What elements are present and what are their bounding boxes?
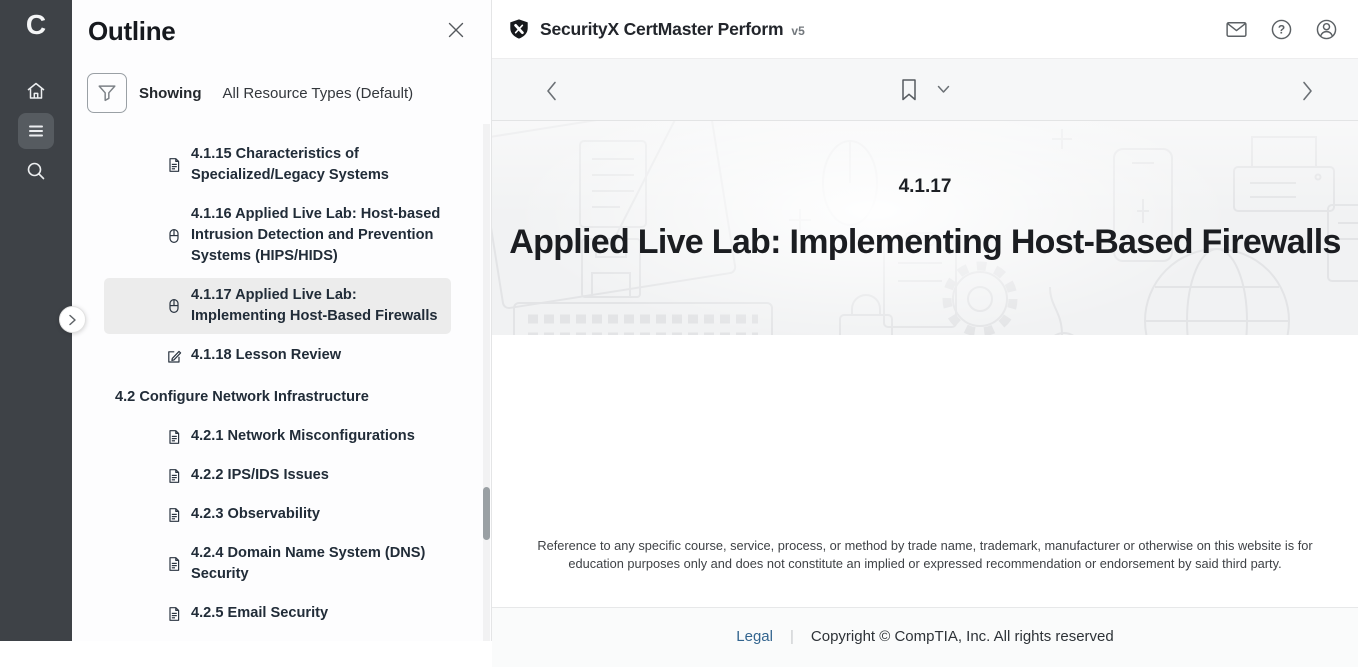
app-version-badge: v5: [791, 24, 804, 38]
mouse-icon: [166, 228, 182, 244]
footer-divider: |: [790, 628, 794, 645]
outline-item[interactable]: 4.2.5 Email Security: [104, 596, 451, 631]
rail-home-button[interactable]: [18, 73, 54, 109]
close-panel-button[interactable]: [447, 21, 465, 39]
sidebar-collapse-button[interactable]: [59, 306, 86, 333]
outline-item-label: 4.2.3 Observability: [191, 504, 320, 525]
copyright-text: Copyright © CompTIA, Inc. All rights res…: [811, 628, 1114, 645]
outline-panel: Outline Showing All Resource Types (Defa…: [72, 0, 492, 641]
outline-item[interactable]: 4.1.18 Lesson Review: [104, 338, 451, 373]
outline-section-label: 4.2 Configure Network Infrastructure: [115, 389, 369, 405]
rail-search-button[interactable]: [18, 153, 54, 189]
app-header: SecurityX CertMaster Perform v5 ?: [492, 0, 1358, 59]
main-area: SecurityX CertMaster Perform v5 ?: [492, 0, 1358, 641]
document-icon: [166, 429, 182, 445]
document-icon: [166, 507, 182, 523]
filter-value: All Resource Types (Default): [223, 85, 414, 102]
disclaimer-text: Reference to any specific course, servic…: [534, 537, 1316, 573]
account-icon: [1314, 17, 1339, 42]
menu-icon: [24, 119, 48, 143]
outline-item-label: 4.1.18 Lesson Review: [191, 345, 341, 366]
filter-row: Showing All Resource Types (Default): [87, 73, 491, 113]
sidebar-scrollbar[interactable]: [483, 124, 490, 641]
page-footer: Legal | Copyright © CompTIA, Inc. All ri…: [492, 607, 1358, 667]
sidebar-scrollbar-thumb[interactable]: [483, 487, 490, 540]
outline-item[interactable]: 4.1.15 Characteristics of Specialized/Le…: [104, 137, 451, 193]
mail-icon: [1224, 17, 1249, 42]
outline-item-label: 4.1.15 Characteristics of Specialized/Le…: [191, 144, 443, 186]
chevron-right-icon: [67, 314, 78, 326]
outline-item[interactable]: 4.2.6 Cryptography Issues: [104, 635, 451, 641]
outline-list: 4.1.15 Characteristics of Specialized/Le…: [72, 137, 491, 641]
previous-lesson-button[interactable]: [541, 76, 562, 106]
outline-item-label: 4.2.4 Domain Name System (DNS) Security: [191, 543, 443, 585]
document-icon: [166, 556, 182, 572]
messages-button[interactable]: [1223, 16, 1249, 42]
bookmark-menu-button[interactable]: [937, 85, 950, 94]
outline-item-label: 4.2.5 Email Security: [191, 603, 328, 624]
lesson-content: Reference to any specific course, servic…: [492, 335, 1358, 606]
next-lesson-button[interactable]: [1297, 76, 1318, 106]
document-icon: [166, 157, 182, 173]
search-icon: [24, 159, 48, 183]
document-icon: [166, 606, 182, 622]
footer-content: Legal | Copyright © CompTIA, Inc. All ri…: [492, 608, 1358, 645]
chevron-left-icon: [545, 80, 558, 102]
filter-showing-label: Showing: [139, 85, 202, 102]
svg-text:?: ?: [1277, 22, 1284, 36]
chevron-right-icon: [1301, 80, 1314, 102]
outline-item[interactable]: 4.2.3 Observability: [104, 497, 451, 532]
outline-item[interactable]: 4.2.1 Network Misconfigurations: [104, 419, 451, 454]
lesson-number: 4.1.17: [492, 176, 1358, 198]
filter-funnel-icon: [96, 82, 118, 104]
filter-button[interactable]: [87, 73, 127, 113]
outline-item-label: 4.1.17 Applied Live Lab: Implementing Ho…: [191, 285, 443, 327]
outline-section-header[interactable]: 4.2 Configure Network Infrastructure: [104, 377, 451, 417]
app-title: SecurityX CertMaster Perform: [540, 19, 783, 40]
bookmark-icon: [900, 78, 918, 102]
outline-item-label: 4.2.1 Network Misconfigurations: [191, 426, 415, 447]
help-button[interactable]: ?: [1268, 16, 1294, 42]
outline-item-label: 4.2.2 IPS/IDS Issues: [191, 465, 329, 486]
outline-item-current[interactable]: 4.1.17 Applied Live Lab: Implementing Ho…: [104, 278, 451, 334]
lesson-nav-bar: [492, 59, 1358, 121]
close-icon: [447, 21, 465, 39]
outline-item[interactable]: 4.1.16 Applied Live Lab: Host-based Intr…: [104, 197, 451, 274]
home-icon: [24, 79, 48, 103]
chevron-down-icon: [937, 85, 950, 94]
outline-item[interactable]: 4.2.2 IPS/IDS Issues: [104, 458, 451, 493]
outline-item[interactable]: 4.2.4 Domain Name System (DNS) Security: [104, 536, 451, 592]
lesson-title: Applied Live Lab: Implementing Host-Base…: [492, 223, 1358, 262]
bookmark-button[interactable]: [900, 78, 918, 102]
shield-x-logo: [508, 17, 530, 41]
rail-outline-button[interactable]: [18, 113, 54, 149]
outline-item-label: 4.1.16 Applied Live Lab: Host-based Intr…: [191, 204, 443, 267]
header-actions: ?: [1223, 16, 1339, 42]
rail-nav: [18, 73, 54, 189]
bookmark-controls: [900, 78, 950, 102]
document-icon: [166, 468, 182, 484]
app-root: C: [0, 0, 1358, 641]
edit-icon: [166, 348, 182, 364]
help-icon: ?: [1269, 17, 1294, 42]
outline-header: Outline: [72, 0, 491, 47]
legal-link[interactable]: Legal: [736, 628, 773, 645]
comptia-logo: C: [0, 9, 72, 41]
lesson-banner: 4.1.17 Applied Live Lab: Implementing Ho…: [492, 121, 1358, 335]
panel-title: Outline: [88, 16, 175, 47]
mouse-icon: [166, 298, 182, 314]
account-button[interactable]: [1313, 16, 1339, 42]
